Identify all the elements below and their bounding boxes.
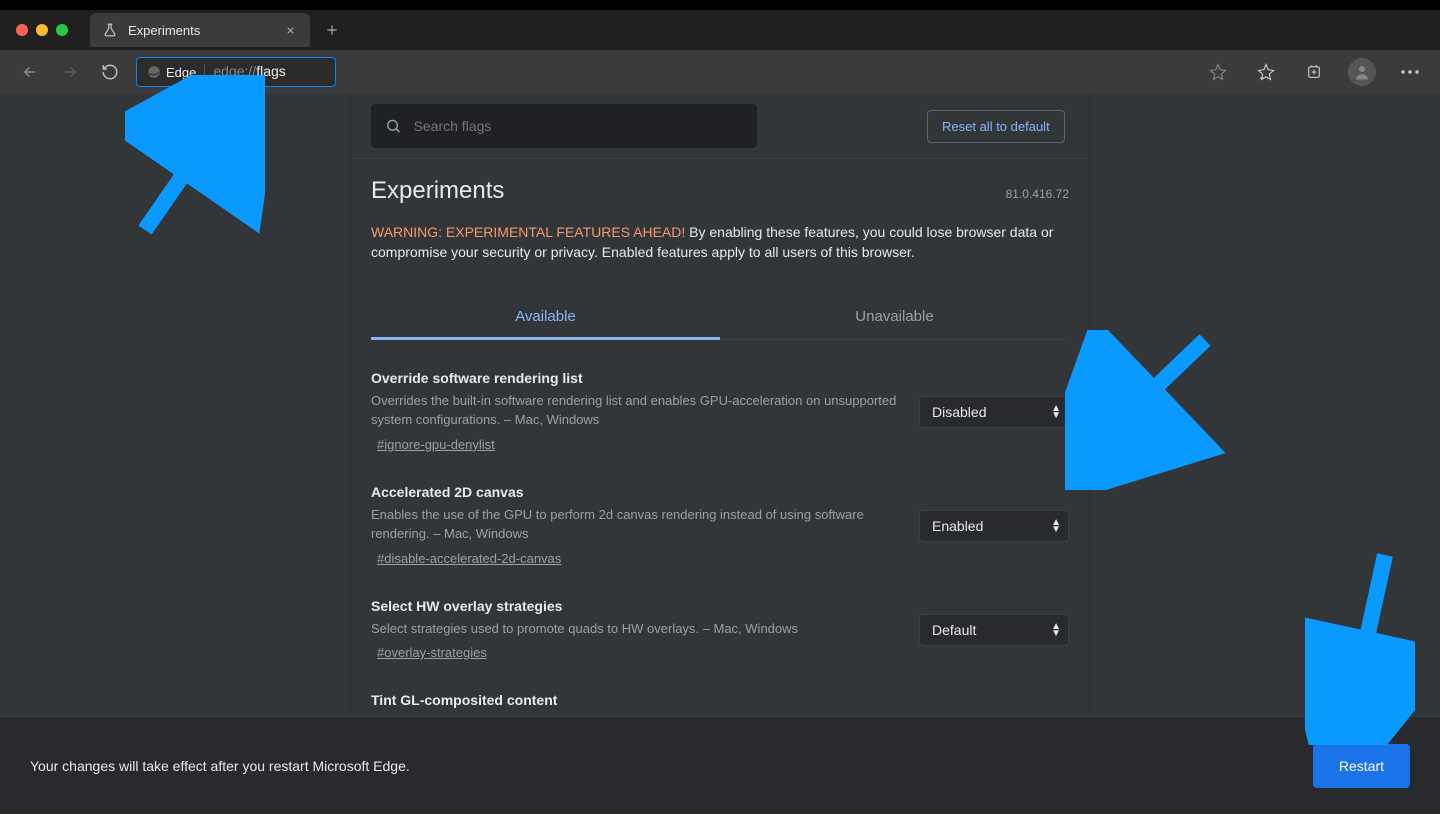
tab-strip: Experiments [0,10,1440,50]
reset-all-button[interactable]: Reset all to default [927,110,1065,143]
url-scheme: edge:// [213,63,256,79]
toolbar-right [1200,54,1428,90]
flag-link[interactable]: #ignore-gpu-denylist [377,437,495,452]
tab-available[interactable]: Available [371,296,720,340]
flag-title: Override software rendering list [371,370,899,386]
flask-icon [102,22,118,38]
refresh-button[interactable] [92,54,128,90]
profile-avatar[interactable] [1344,54,1380,90]
traffic-lights [8,24,76,36]
tab-title: Experiments [128,23,200,38]
flag-link[interactable]: #disable-accelerated-2d-canvas [377,551,561,566]
favorite-star-icon[interactable] [1200,54,1236,90]
flag-description: Enables the use of the GPU to perform 2d… [371,506,899,544]
window-minimize-button[interactable] [36,24,48,36]
search-flags-field[interactable] [371,104,757,148]
flag-description: Select strategies used to promote quads … [371,620,899,639]
warning-text: WARNING: EXPERIMENTAL FEATURES AHEAD! By… [371,223,1069,262]
site-identity-badge: Edge [147,65,196,80]
window-maximize-button[interactable] [56,24,68,36]
warning-label: WARNING: EXPERIMENTAL FEATURES AHEAD! [371,224,685,240]
more-menu-icon[interactable] [1392,54,1428,90]
back-button[interactable] [12,54,48,90]
url-page: flags [256,63,286,79]
content-outer: Reset all to default Experiments 81.0.41… [0,94,1440,814]
forward-button[interactable] [52,54,88,90]
page-title: Experiments [371,177,504,205]
browser-tab[interactable]: Experiments [90,13,310,47]
flag-item: Select HW overlay strategies Select strat… [371,568,1069,663]
browser-window: Experiments Edge edge://flags [0,10,1440,814]
flag-select[interactable]: Enabled [919,510,1069,542]
address-separator [204,64,205,80]
tab-unavailable[interactable]: Unavailable [720,296,1069,339]
collections-icon[interactable] [1296,54,1332,90]
toolbar: Edge edge://flags [0,50,1440,94]
flag-link[interactable]: #overlay-strategies [377,645,487,660]
search-icon [385,117,402,135]
window-close-button[interactable] [16,24,28,36]
search-input[interactable] [414,118,743,134]
flags-panel: Reset all to default Experiments 81.0.41… [350,94,1090,814]
macos-menubar [0,0,1440,10]
flag-select[interactable]: Default [919,614,1069,646]
version-text: 81.0.416.72 [1006,187,1069,201]
flag-title: Tint GL-composited content [371,692,899,708]
flag-description: Overrides the built-in software renderin… [371,392,899,430]
flag-title: Select HW overlay strategies [371,598,899,614]
restart-button[interactable]: Restart [1313,744,1410,788]
restart-bar: Your changes will take effect after you … [0,716,1440,814]
restart-message: Your changes will take effect after you … [30,758,410,774]
flag-item: Accelerated 2D canvas Enables the use of … [371,454,1069,568]
flag-item: Override software rendering list Override… [371,340,1069,454]
flag-title: Accelerated 2D canvas [371,484,899,500]
favorites-icon[interactable] [1248,54,1284,90]
flag-select[interactable]: Disabled [919,396,1069,428]
site-identity-label: Edge [166,65,196,80]
new-tab-button[interactable] [318,16,346,44]
close-tab-icon[interactable] [282,22,298,38]
address-bar[interactable]: Edge edge://flags [136,57,336,87]
